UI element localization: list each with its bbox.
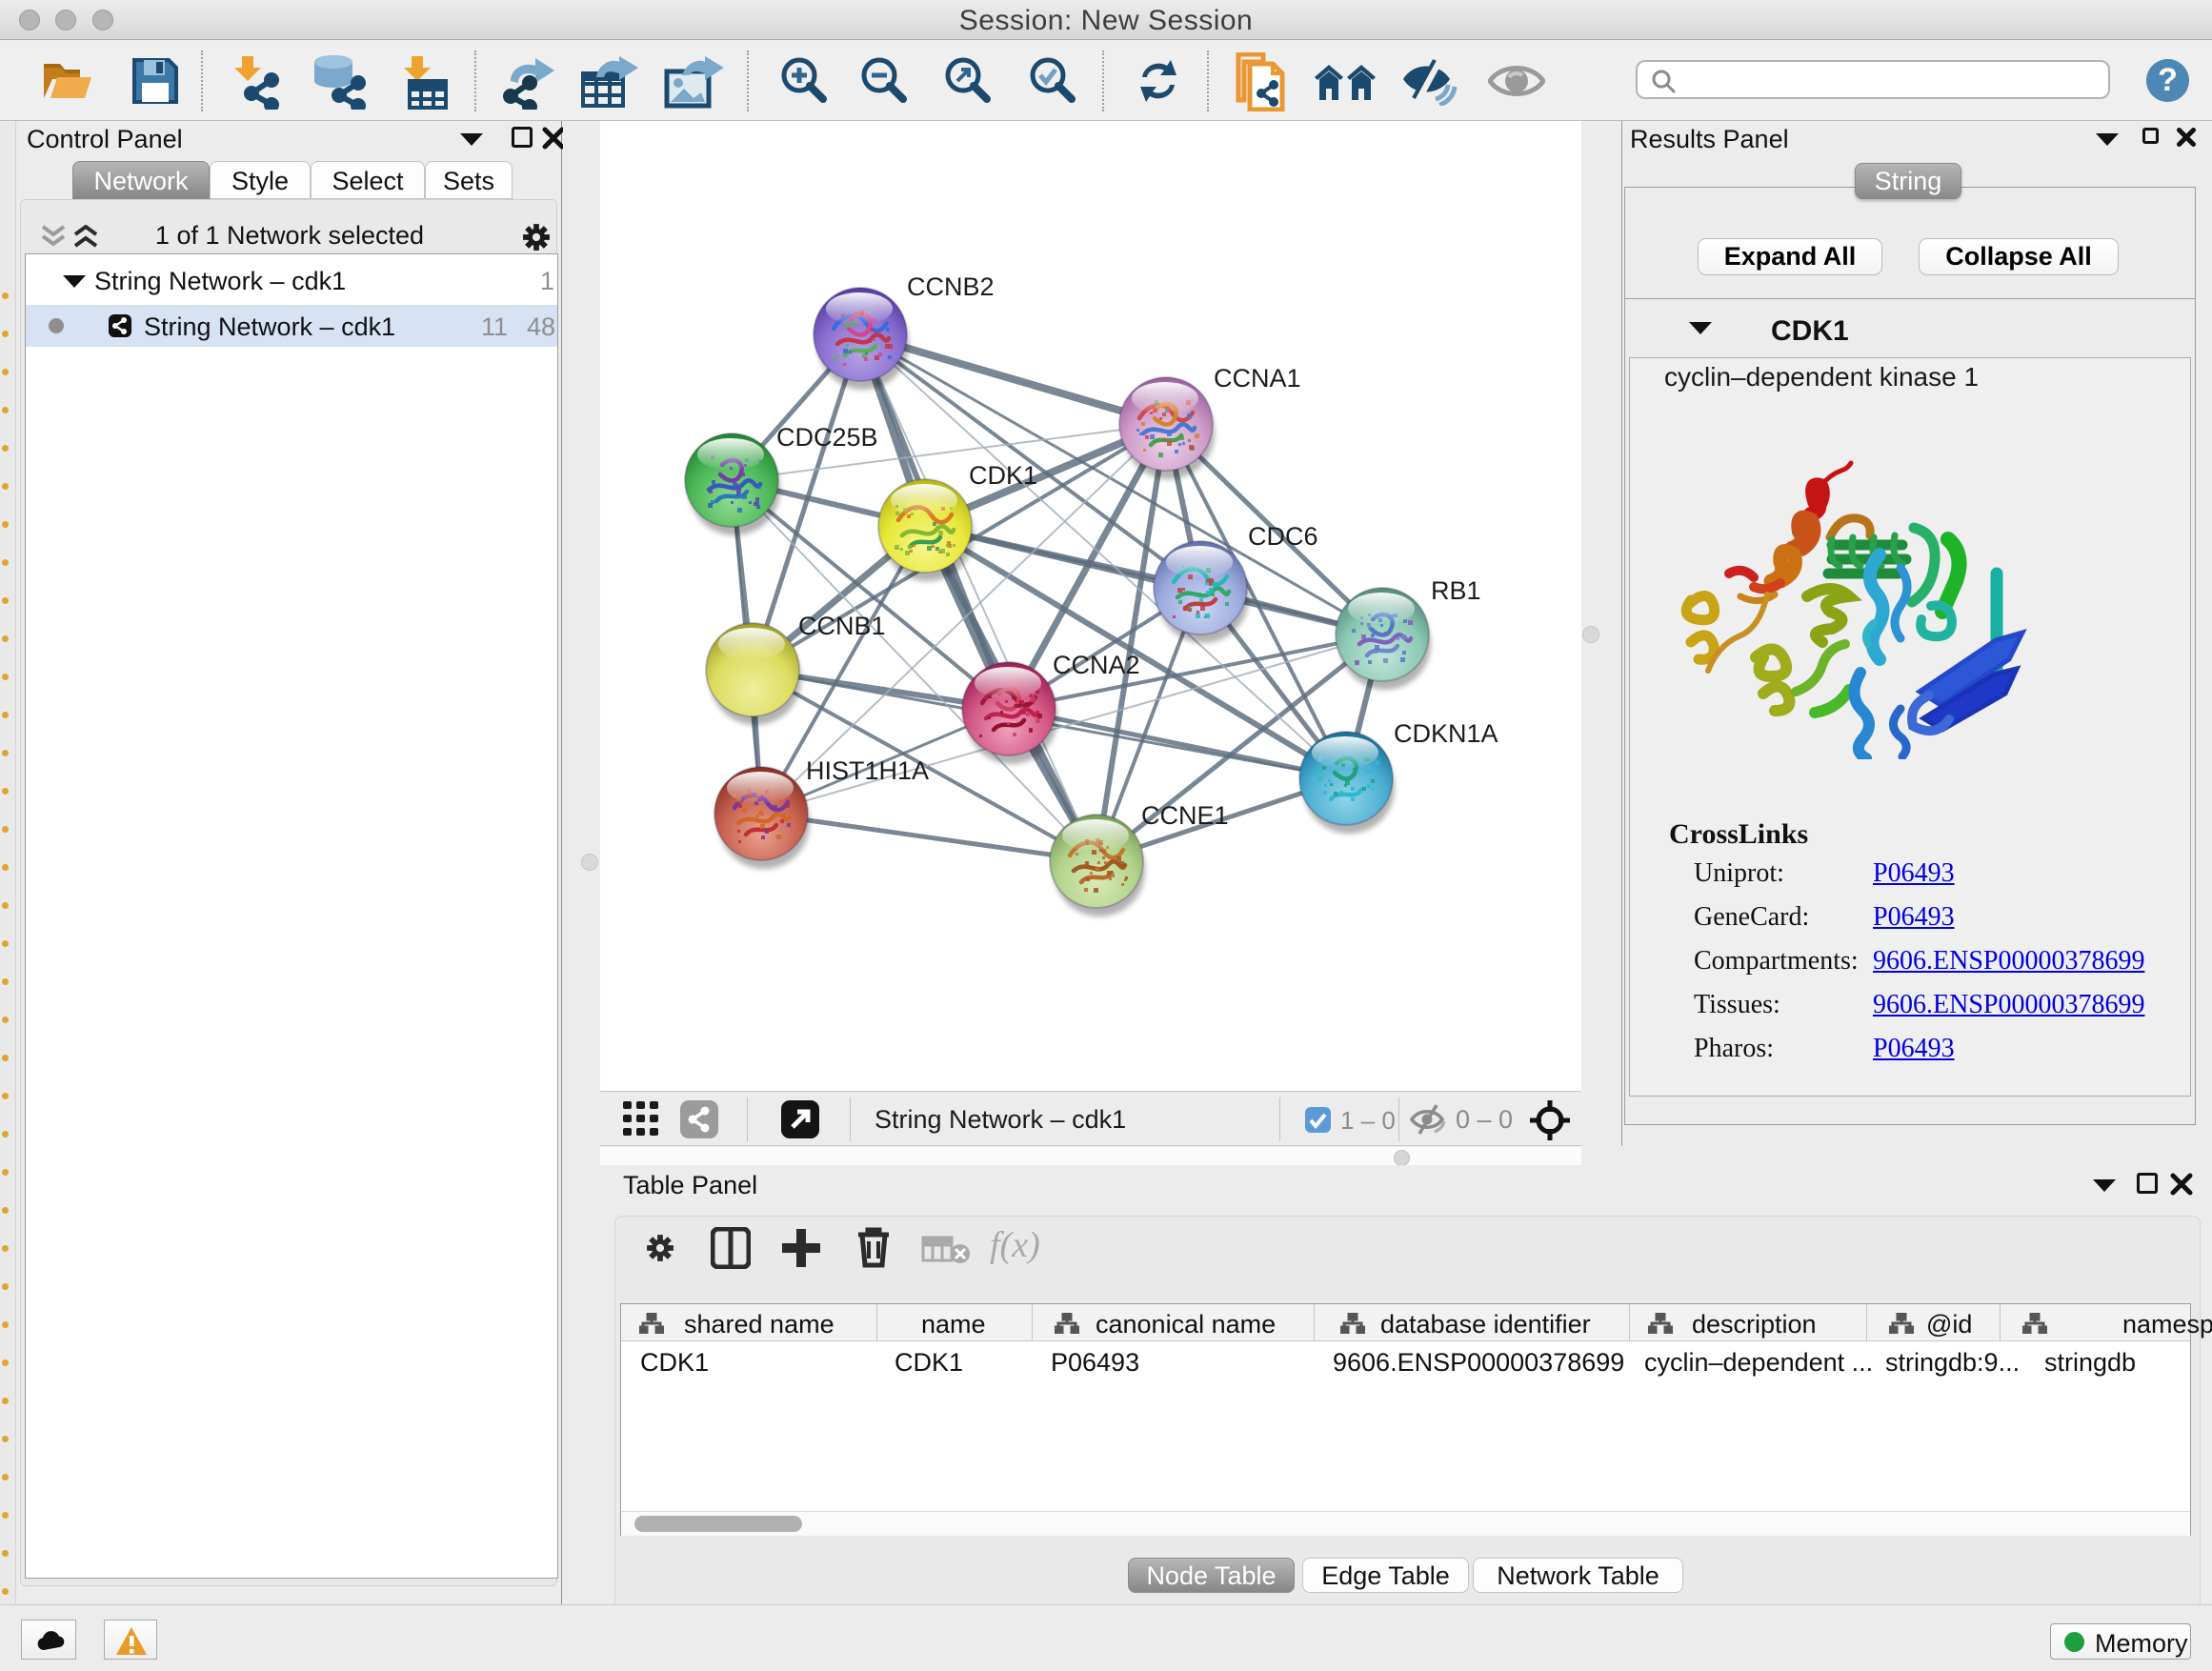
svg-text:HIST1H1A: HIST1H1A bbox=[806, 756, 929, 785]
svg-text:CCNE1: CCNE1 bbox=[1141, 801, 1229, 830]
svg-text:CDC6: CDC6 bbox=[1248, 522, 1318, 551]
svg-text:CDKN1A: CDKN1A bbox=[1394, 719, 1498, 748]
svg-text:CDC25B: CDC25B bbox=[776, 423, 878, 452]
svg-text:CCNB2: CCNB2 bbox=[907, 272, 995, 301]
svg-text:CCNB1: CCNB1 bbox=[798, 612, 886, 640]
svg-text:CDK1: CDK1 bbox=[969, 461, 1037, 490]
svg-text:CCNA2: CCNA2 bbox=[1053, 651, 1140, 679]
svg-text:RB1: RB1 bbox=[1431, 576, 1481, 605]
svg-text:CCNA1: CCNA1 bbox=[1214, 364, 1301, 393]
